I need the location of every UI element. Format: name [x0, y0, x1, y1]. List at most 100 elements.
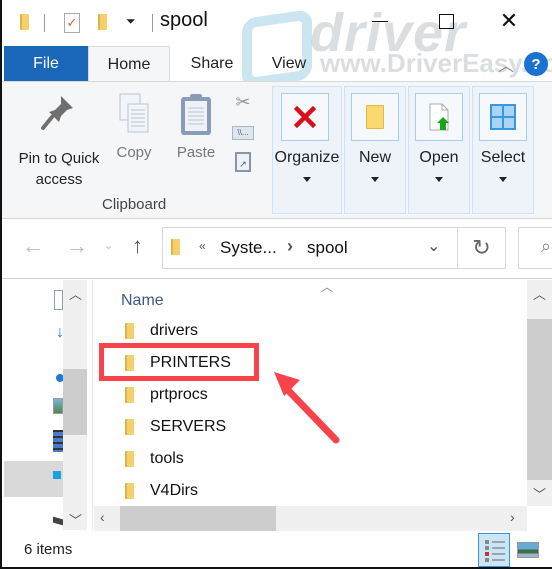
copy-path-button[interactable]: \\... — [232, 126, 254, 140]
maximize-button[interactable] — [431, 6, 461, 36]
tab-view[interactable]: View — [264, 46, 314, 82]
refresh-button[interactable]: ↻ — [458, 227, 506, 269]
close-icon: ✕ — [499, 8, 519, 33]
dropdown-arrow-icon — [303, 177, 311, 182]
new-folder-icon — [366, 105, 384, 129]
pin-label: Pin to Quick — [18, 150, 100, 167]
item-count: 6 items — [24, 541, 73, 558]
customize-quick-access-icon[interactable]: ⏷ — [126, 14, 136, 29]
maximize-icon — [438, 13, 454, 29]
address-dropdown-icon[interactable]: ⌄ — [427, 236, 440, 256]
open-label: Open — [419, 149, 459, 166]
search-box[interactable]: ⌕ — [518, 227, 552, 269]
new-button[interactable]: New — [344, 86, 406, 214]
videos-icon[interactable] — [53, 430, 63, 452]
sort-ascending-icon: ︿ — [321, 280, 334, 294]
copy-button[interactable]: Copy — [110, 92, 158, 161]
select-icon-box — [479, 93, 527, 141]
tab-file[interactable]: File — [4, 46, 88, 82]
item-name: PRINTERS — [150, 354, 231, 371]
scroll-right-icon[interactable]: › — [510, 509, 515, 525]
dropdown-arrow-icon — [371, 177, 379, 182]
documents-icon[interactable] — [54, 290, 63, 310]
folder-icon — [125, 419, 134, 435]
copy-path-icon: \\... — [237, 128, 249, 137]
item-name: tools — [150, 450, 184, 467]
delete-x-icon — [294, 106, 316, 128]
list-item[interactable]: tools — [125, 445, 184, 473]
item-name: prtprocs — [150, 386, 208, 403]
properties-icon[interactable]: ✓ — [64, 13, 80, 33]
minimize-button[interactable] — [365, 6, 395, 36]
pin-icon — [41, 96, 73, 130]
column-header-name[interactable]: Name — [121, 292, 164, 310]
window-title: spool — [160, 9, 208, 31]
open-button[interactable]: Open — [408, 86, 470, 214]
drive-icon[interactable] — [53, 516, 63, 526]
overflow-chevron-icon[interactable]: « — [199, 239, 206, 253]
item-name: SERVERS — [150, 418, 227, 435]
pictures-icon[interactable] — [53, 398, 63, 414]
close-button[interactable]: ✕ — [494, 6, 524, 36]
windows-drive-icon — [53, 471, 61, 479]
list-item[interactable]: prtprocs — [125, 381, 208, 409]
scrollbar-thumb[interactable] — [63, 369, 87, 435]
back-button[interactable]: ← — [22, 233, 44, 259]
breadcrumb-separator-icon[interactable]: › — [287, 236, 293, 257]
title-bar: ✓ ⏷ spool driver easy ✕ — [2, 0, 552, 125]
paste-shortcut-button[interactable]: ↗ — [235, 152, 251, 172]
help-button[interactable]: ? — [524, 52, 548, 76]
navigation-bar: ← → ⌄ ↑ « Syste... › spool ⌄ ↻ ⌕ — [2, 219, 552, 279]
scroll-down-icon[interactable]: ﹀ — [69, 510, 82, 529]
list-item[interactable]: PRINTERS — [125, 349, 231, 377]
minimize-icon — [372, 20, 388, 22]
select-label: Select — [480, 149, 526, 166]
scroll-up-icon[interactable]: ︿ — [533, 284, 546, 303]
ribbon-tabs: File Home Share View www.DriverEasy.com — [2, 46, 552, 82]
scissors-icon: ✂ — [235, 92, 251, 112]
paste-shortcut-icon: ↗ — [239, 159, 247, 169]
scrollbar-thumb[interactable] — [527, 319, 552, 480]
forward-button[interactable]: → — [66, 233, 88, 259]
nav-pane-scrollbar[interactable]: ︿ ﹀ — [63, 280, 87, 530]
new-folder-icon[interactable] — [98, 14, 107, 30]
copy-icon — [119, 93, 149, 133]
paste-button[interactable]: Paste — [172, 92, 220, 161]
divider — [152, 14, 153, 32]
organize-label: Organize — [274, 149, 340, 166]
folder-icon — [125, 483, 134, 499]
address-bar[interactable]: « Syste... › spool ⌄ — [162, 227, 458, 269]
folder-icon — [125, 451, 134, 467]
breadcrumb-spool[interactable]: spool — [307, 238, 348, 258]
nav-item-local-disk-selected[interactable] — [4, 461, 63, 497]
select-button[interactable]: Select — [472, 86, 534, 214]
scroll-left-icon[interactable]: ‹ — [100, 509, 105, 525]
ribbon: Pin to Quick access Copy Paste ✂ \\... ↗ — [2, 81, 552, 219]
cut-button[interactable]: ✂ — [233, 92, 253, 113]
large-icons-view-button[interactable] — [517, 542, 539, 558]
details-view-button[interactable] — [478, 533, 510, 567]
tab-share[interactable]: Share — [174, 46, 250, 82]
watermark-url: www.DriverEasy.com — [320, 48, 552, 78]
details-view-icon — [485, 540, 505, 562]
list-item[interactable]: SERVERS — [125, 413, 226, 441]
file-list-vertical-scrollbar[interactable]: ︿ ﹀ — [527, 280, 552, 506]
pin-to-quick-access-button[interactable]: Pin to Quick access — [12, 92, 106, 190]
scroll-down-icon[interactable]: ﹀ — [533, 484, 546, 503]
recent-locations-button[interactable]: ⌄ — [104, 239, 113, 252]
item-name: V4Dirs — [150, 482, 199, 499]
clipboard-group-label: Clipboard — [102, 196, 167, 213]
tab-home[interactable]: Home — [88, 46, 170, 82]
collapse-ribbon-button[interactable]: ︿ — [498, 52, 514, 76]
list-item[interactable]: drivers — [125, 317, 198, 345]
organize-button[interactable]: Organize — [272, 86, 342, 214]
file-list-horizontal-scrollbar[interactable]: ‹ › — [94, 506, 527, 531]
scrollbar-thumb[interactable] — [120, 506, 276, 531]
pin-label-line2: access — [35, 171, 83, 188]
up-button[interactable]: ↑ — [132, 233, 143, 259]
paste-icon — [181, 94, 211, 135]
folder-icon — [171, 239, 180, 255]
breadcrumb-system32[interactable]: Syste... — [220, 238, 277, 258]
scroll-up-icon[interactable]: ︿ — [69, 284, 82, 303]
list-item[interactable]: V4Dirs — [125, 477, 198, 505]
